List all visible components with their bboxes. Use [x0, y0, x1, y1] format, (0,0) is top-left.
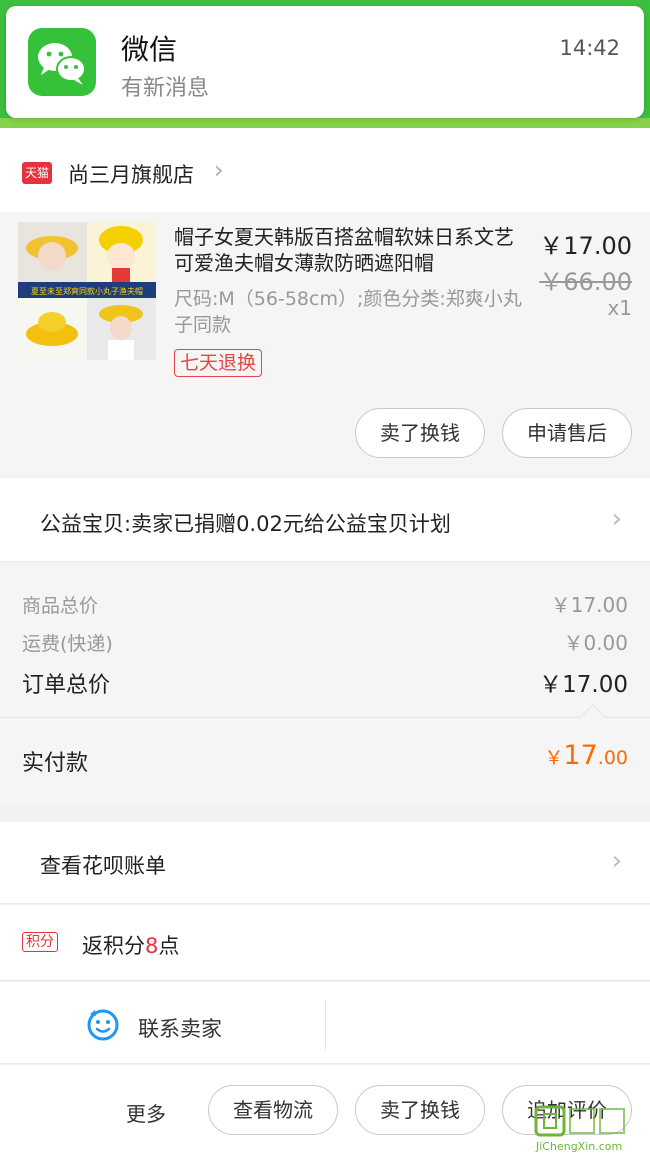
store-name[interactable]: 尚三月旗舰店	[68, 159, 194, 189]
shipping-label: 运费(快递)	[22, 633, 113, 655]
chevron-right-icon: ›	[214, 156, 224, 184]
order-total-value: ￥17.00	[539, 672, 628, 698]
actual-payment-row: 实付款 ￥17.00	[0, 704, 650, 803]
actual-payment-label: 实付款	[22, 751, 89, 776]
points-text: 返积分8点	[82, 930, 179, 960]
goods-total-label: 商品总价	[22, 595, 99, 617]
contact-seller-button[interactable]: 联系卖家	[138, 1013, 222, 1043]
product-title[interactable]: 帽子女夏天韩版百搭盆帽软妹日系文艺可爱渔夫帽女薄款防晒遮阳帽	[174, 224, 524, 276]
goods-total-value: ￥17.00	[550, 593, 628, 617]
payment-amount-integer: 17	[563, 740, 598, 771]
chevron-right-icon: ›	[611, 846, 622, 876]
notification-time: 14:42	[559, 36, 620, 60]
order-totals: 商品总价 ￥17.00 运费(快递) ￥0.00 订单总价 ￥17.00	[0, 563, 650, 717]
apply-after-sale-button[interactable]: 申请售后	[502, 408, 632, 458]
tmall-badge: 天猫	[22, 162, 52, 184]
wechat-notification[interactable]: 微信 有新消息 14:42	[6, 6, 644, 118]
chat-face-icon[interactable]	[86, 1008, 120, 1042]
wechat-app-icon	[28, 28, 96, 96]
notification-app-name: 微信	[121, 33, 178, 66]
header-accent-bar	[0, 118, 650, 128]
sell-button[interactable]: 卖了换钱	[355, 408, 485, 458]
points-row: 积分 返积分8点	[0, 905, 650, 981]
huabei-bill-text: 查看花呗账单	[40, 854, 166, 878]
huabei-bill-row[interactable]: 查看花呗账单 ›	[0, 822, 650, 904]
points-badge: 积分	[22, 932, 58, 952]
divider	[325, 1000, 326, 1050]
product-spec: 尺码:M（56-58cm）;颜色分类:郑爽小丸子同款	[174, 288, 522, 336]
more-button[interactable]: 更多	[126, 1098, 166, 1127]
thumbnail-caption: 夏至未至郑爽同款小丸子渔夫帽	[31, 286, 143, 296]
charity-row[interactable]: 公益宝贝:卖家已捐赠0.02元给公益宝贝计划 ›	[0, 478, 650, 562]
notification-message: 有新消息	[121, 76, 210, 101]
charity-text: 公益宝贝:卖家已捐赠0.02元给公益宝贝计划	[40, 512, 451, 536]
chevron-right-icon: ›	[611, 504, 622, 534]
watermark-text: JiChengXin.com	[536, 1140, 623, 1153]
product-price: ￥17.00	[539, 232, 632, 260]
points-value: 8	[145, 934, 159, 958]
sell-button-bottom[interactable]: 卖了换钱	[355, 1085, 485, 1135]
points-prefix: 返积分	[82, 934, 145, 958]
view-logistics-button[interactable]: 查看物流	[208, 1085, 338, 1135]
product-thumbnail[interactable]: 夏至未至郑爽同款小丸子渔夫帽	[18, 222, 156, 360]
order-total-label: 订单总价	[22, 673, 111, 698]
product-item[interactable]: 夏至未至郑爽同款小丸子渔夫帽 帽子女夏天韩版百搭盆帽软妹日系文艺可爱渔夫帽女薄款…	[0, 212, 650, 476]
payment-amount-decimal: .00	[597, 747, 628, 769]
currency-symbol: ￥	[544, 747, 564, 769]
product-quantity: x1	[607, 296, 632, 320]
watermark-logo-icon	[534, 1105, 625, 1137]
product-original-price: ￥66.00	[539, 268, 632, 296]
seven-day-return-tag: 七天退换	[174, 349, 263, 377]
store-row[interactable]: 天猫 尚三月旗舰店 ›	[0, 128, 650, 212]
contact-row: 联系卖家	[0, 982, 650, 1064]
points-suffix: 点	[158, 934, 180, 958]
site-watermark: JiChengXin.com	[532, 1105, 644, 1153]
actual-payment-value: ￥17.00	[544, 740, 628, 771]
shipping-value: ￥0.00	[563, 631, 628, 655]
